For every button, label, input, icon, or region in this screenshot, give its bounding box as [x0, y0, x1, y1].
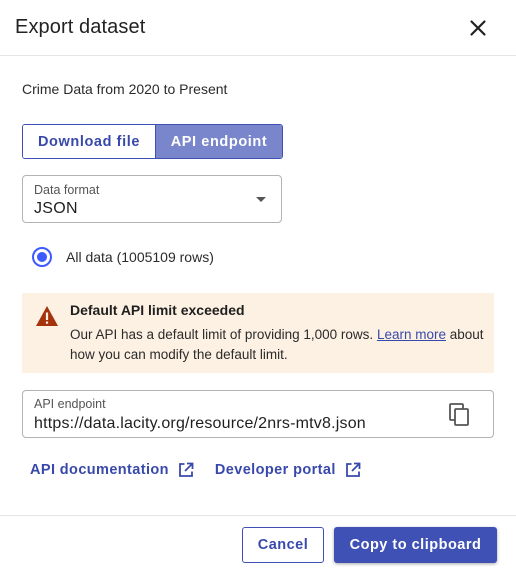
data-format-label: Data format: [34, 183, 100, 197]
all-data-option[interactable]: All data (1005109 rows): [32, 247, 214, 267]
external-link-icon: [179, 462, 194, 477]
api-documentation-link[interactable]: API documentation: [30, 462, 194, 478]
api-documentation-label: API documentation: [30, 462, 169, 478]
api-limit-alert: Default API limit exceeded Our API has a…: [22, 293, 494, 373]
api-endpoint-field: API endpoint https://data.lacity.org/res…: [22, 390, 494, 438]
api-endpoint-tab[interactable]: API endpoint: [156, 125, 282, 158]
alert-body-text: Our API has a default limit of providing…: [70, 327, 374, 342]
warning-icon: [36, 306, 58, 326]
dialog-title: Export dataset: [15, 16, 146, 38]
data-format-select[interactable]: Data format JSON: [22, 175, 282, 223]
dialog-footer: Cancel Copy to clipboard: [0, 515, 516, 572]
close-icon: [470, 20, 486, 36]
copy-icon[interactable]: [449, 403, 471, 427]
cancel-button[interactable]: Cancel: [242, 527, 324, 563]
developer-portal-label: Developer portal: [214, 462, 336, 478]
close-button[interactable]: [466, 16, 490, 40]
learn-more-link[interactable]: Learn more: [377, 327, 446, 342]
api-endpoint-url[interactable]: https://data.lacity.org/resource/2nrs-mt…: [34, 415, 366, 433]
external-link-icon: [345, 462, 361, 477]
dataset-name: Crime Data from 2020 to Present: [22, 81, 228, 97]
api-endpoint-label: API endpoint: [34, 397, 106, 411]
data-format-value: JSON: [34, 200, 78, 217]
alert-title: Default API limit exceeded: [70, 302, 245, 318]
download-file-tab[interactable]: Download file: [23, 125, 156, 158]
copy-to-clipboard-button[interactable]: Copy to clipboard: [334, 527, 497, 563]
dialog-header: Export dataset: [0, 0, 516, 56]
all-data-label: All data (1005109 rows): [66, 249, 214, 265]
all-data-radio[interactable]: [32, 247, 52, 267]
alert-body: Our API has a default limit of providing…: [70, 325, 485, 365]
caret-down-icon: [256, 197, 266, 202]
reference-links: API documentation Developer portal: [30, 462, 361, 478]
export-mode-toggle: Download file API endpoint: [22, 124, 283, 159]
developer-portal-link[interactable]: Developer portal: [215, 462, 361, 478]
